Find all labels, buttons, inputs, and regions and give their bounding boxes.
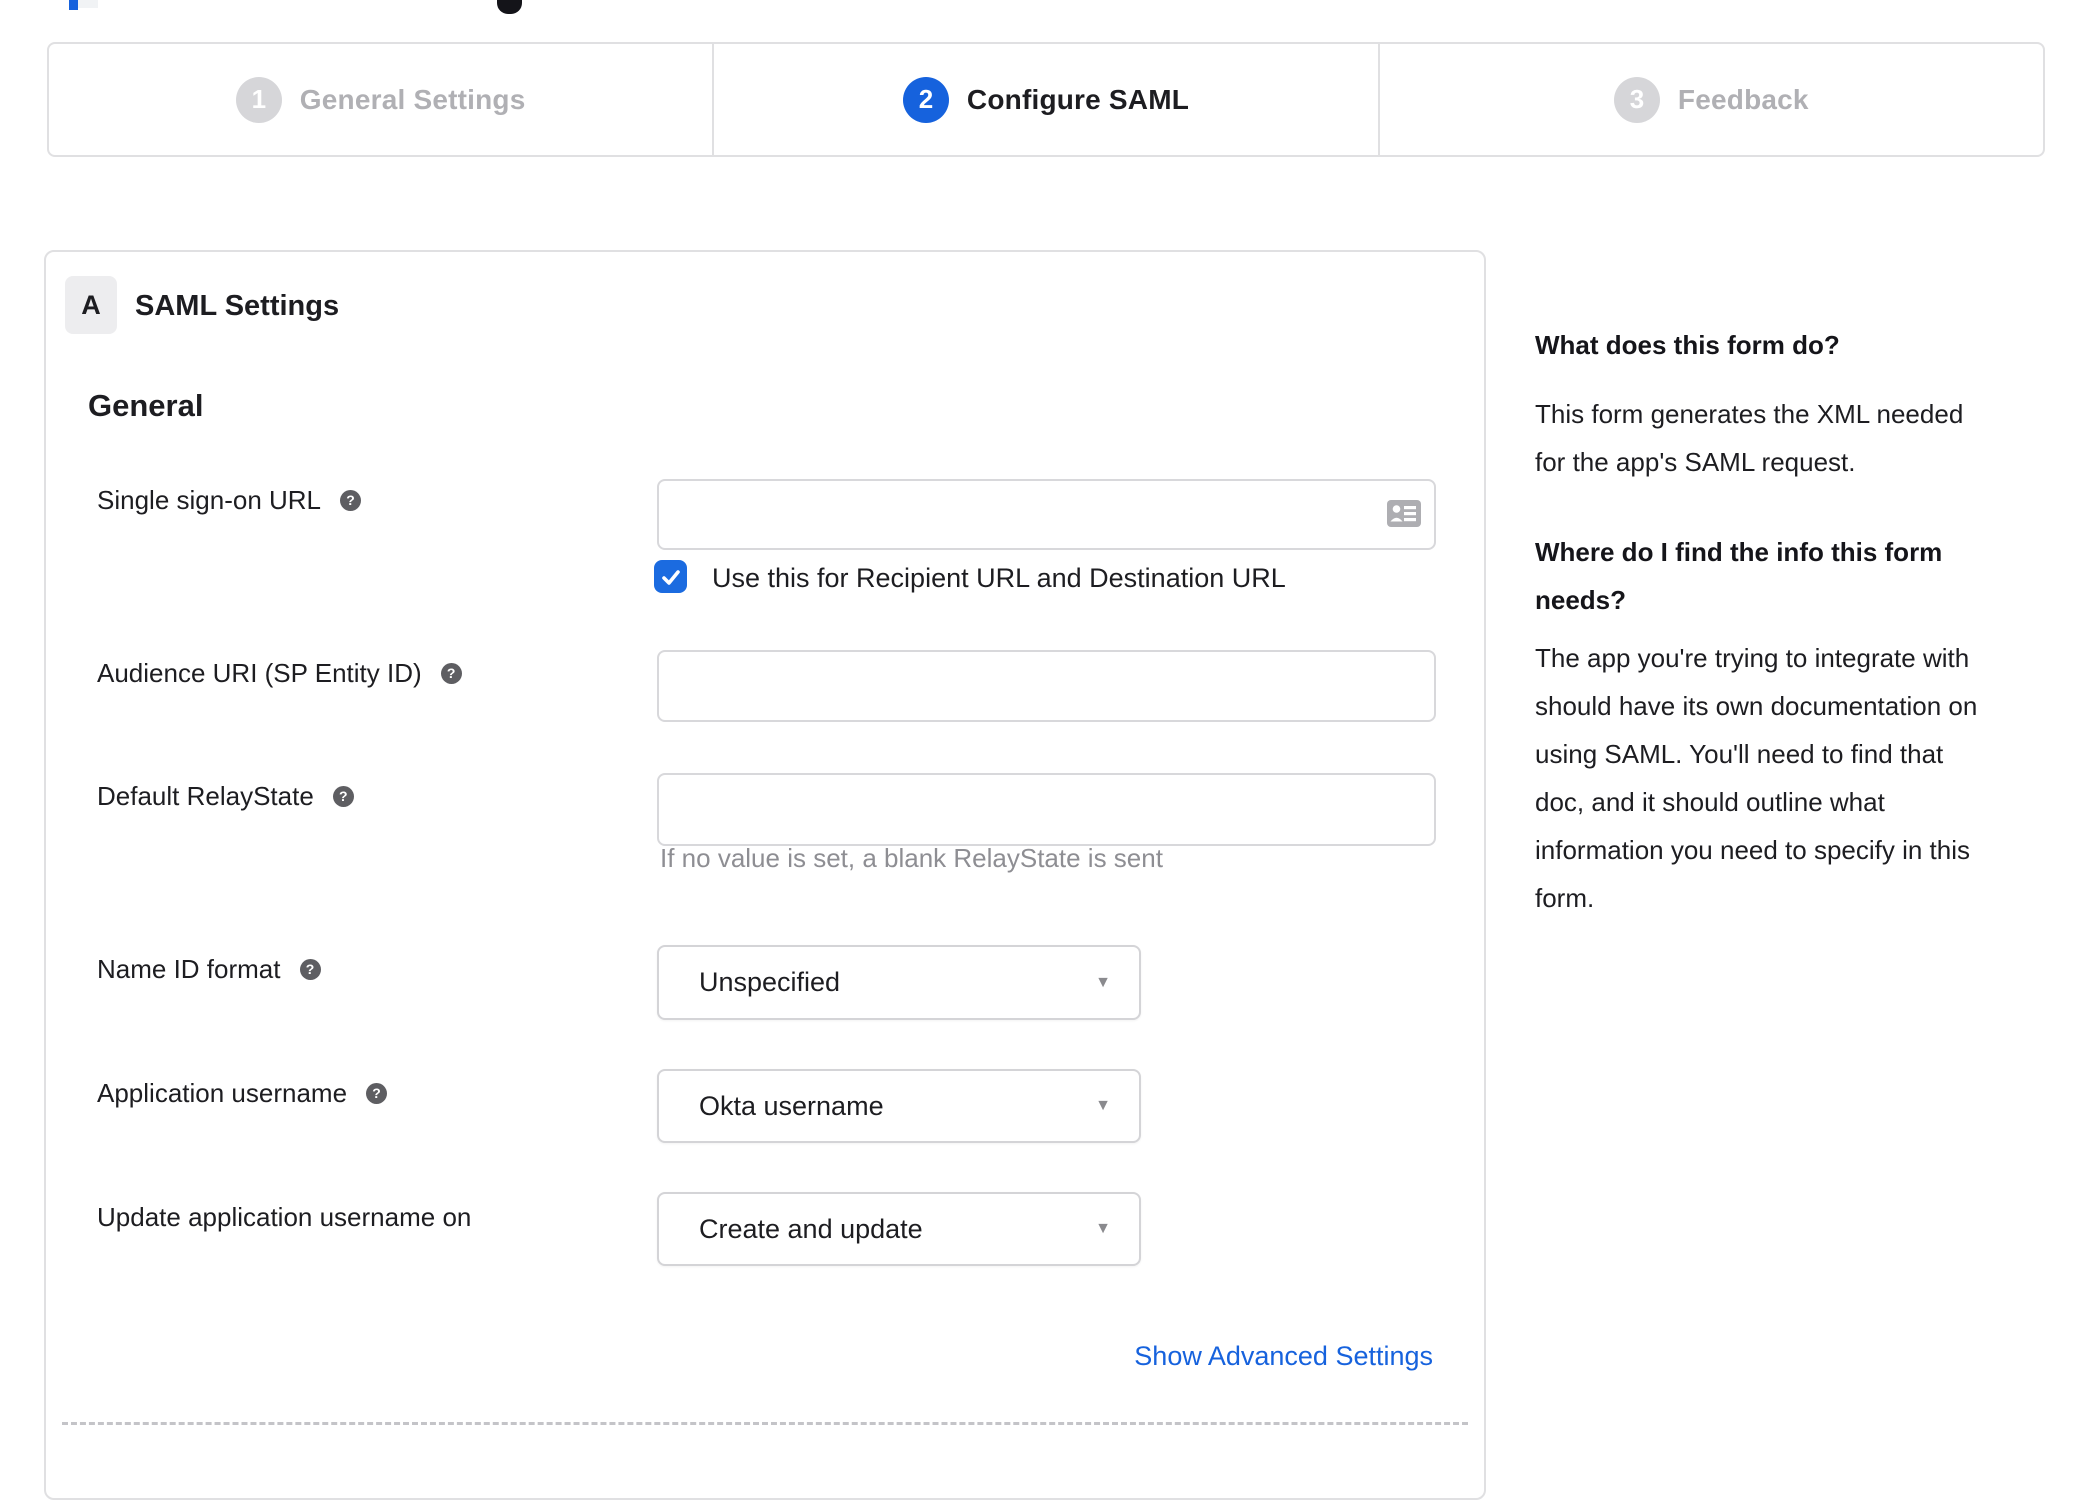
sidebar-heading-what: What does this form do? xyxy=(1535,330,1840,360)
recipient-url-checkbox-label: Use this for Recipient URL and Destinati… xyxy=(712,563,1286,593)
update-username-label: Update application username on xyxy=(97,1201,471,1233)
app-username-help-icon[interactable]: ? xyxy=(366,1082,388,1104)
relay-state-label: Default RelayState ? xyxy=(97,780,354,812)
name-id-format-value: Unspecified xyxy=(699,967,841,997)
sso-url-label: Single sign-on URL ? xyxy=(97,484,362,516)
recipient-url-checkbox[interactable] xyxy=(654,560,687,593)
step-2-number-badge: 2 xyxy=(902,76,949,123)
contact-card-icon[interactable] xyxy=(1387,500,1421,527)
checkmark-icon xyxy=(661,569,680,585)
section-title: SAML Settings xyxy=(135,290,340,322)
step-feedback[interactable]: 3 Feedback xyxy=(1377,44,2043,155)
sso-url-label-text: Single sign-on URL xyxy=(97,484,322,515)
name-id-format-label: Name ID format ? xyxy=(97,953,321,985)
relay-state-label-text: Default RelayState xyxy=(97,780,314,811)
step-configure-saml[interactable]: 2 Configure SAML xyxy=(712,44,1377,155)
caret-down-icon: ▼ xyxy=(1095,973,1111,991)
step-1-label: General Settings xyxy=(299,83,526,115)
step-3-number-badge: 3 xyxy=(1613,76,1660,123)
relay-state-hint: If no value is set, a blank RelayState i… xyxy=(660,843,1163,873)
app-username-label: Application username ? xyxy=(97,1077,388,1109)
configure-saml-page: { "colors": { "accent_blue": "#1662dd", … xyxy=(0,0,2092,1500)
help-sidebar: What does this form do? This form genera… xyxy=(1535,327,2052,922)
app-username-select[interactable]: Okta username ▼ xyxy=(657,1069,1141,1143)
section-divider xyxy=(62,1422,1468,1425)
clipped-app-icon-fragment xyxy=(497,0,522,14)
app-username-value: Okta username xyxy=(699,1090,884,1121)
audience-uri-help-icon[interactable]: ? xyxy=(440,662,462,684)
audience-uri-input[interactable] xyxy=(657,650,1436,722)
caret-down-icon: ▼ xyxy=(1095,1097,1111,1114)
section-letter-badge: A xyxy=(65,276,117,334)
sidebar-body-where: The app you're trying to integrate with … xyxy=(1535,643,1978,913)
relay-state-input[interactable] xyxy=(657,773,1436,846)
step-3-label: Feedback xyxy=(1677,83,1809,115)
clipped-header-fragment xyxy=(78,0,98,8)
audience-uri-label: Audience URI (SP Entity ID) ? xyxy=(97,657,462,689)
sidebar-body-what: This form generates the XML needed for t… xyxy=(1535,399,1964,477)
wizard-stepper: 1 General Settings 2 Configure SAML 3 Fe… xyxy=(47,42,2045,157)
relay-state-help-icon[interactable]: ? xyxy=(332,785,354,807)
general-heading: General xyxy=(88,388,204,423)
clipped-logo-fragment xyxy=(69,0,78,10)
update-username-label-text: Update application username on xyxy=(97,1201,472,1232)
sidebar-heading-where: Where do I find the info this form needs… xyxy=(1535,537,1943,615)
name-id-format-select[interactable]: Unspecified ▼ xyxy=(657,945,1141,1020)
saml-settings-panel: A SAML Settings General Single sign-on U… xyxy=(44,250,1486,1500)
step-1-number-badge: 1 xyxy=(235,76,282,123)
step-2-label: Configure SAML xyxy=(966,83,1190,115)
caret-down-icon: ▼ xyxy=(1095,1220,1111,1237)
name-id-format-label-text: Name ID format xyxy=(97,953,281,984)
sso-url-input[interactable] xyxy=(657,479,1436,550)
show-advanced-settings-link[interactable]: Show Advanced Settings xyxy=(1134,1341,1433,1372)
name-id-help-icon[interactable]: ? xyxy=(299,958,321,980)
audience-uri-label-text: Audience URI (SP Entity ID) xyxy=(97,657,422,688)
app-username-label-text: Application username xyxy=(97,1077,348,1108)
update-username-value: Create and update xyxy=(699,1213,923,1244)
sso-url-help-icon[interactable]: ? xyxy=(340,489,362,511)
step-general-settings[interactable]: 1 General Settings xyxy=(49,44,712,155)
update-username-select[interactable]: Create and update ▼ xyxy=(657,1192,1141,1266)
